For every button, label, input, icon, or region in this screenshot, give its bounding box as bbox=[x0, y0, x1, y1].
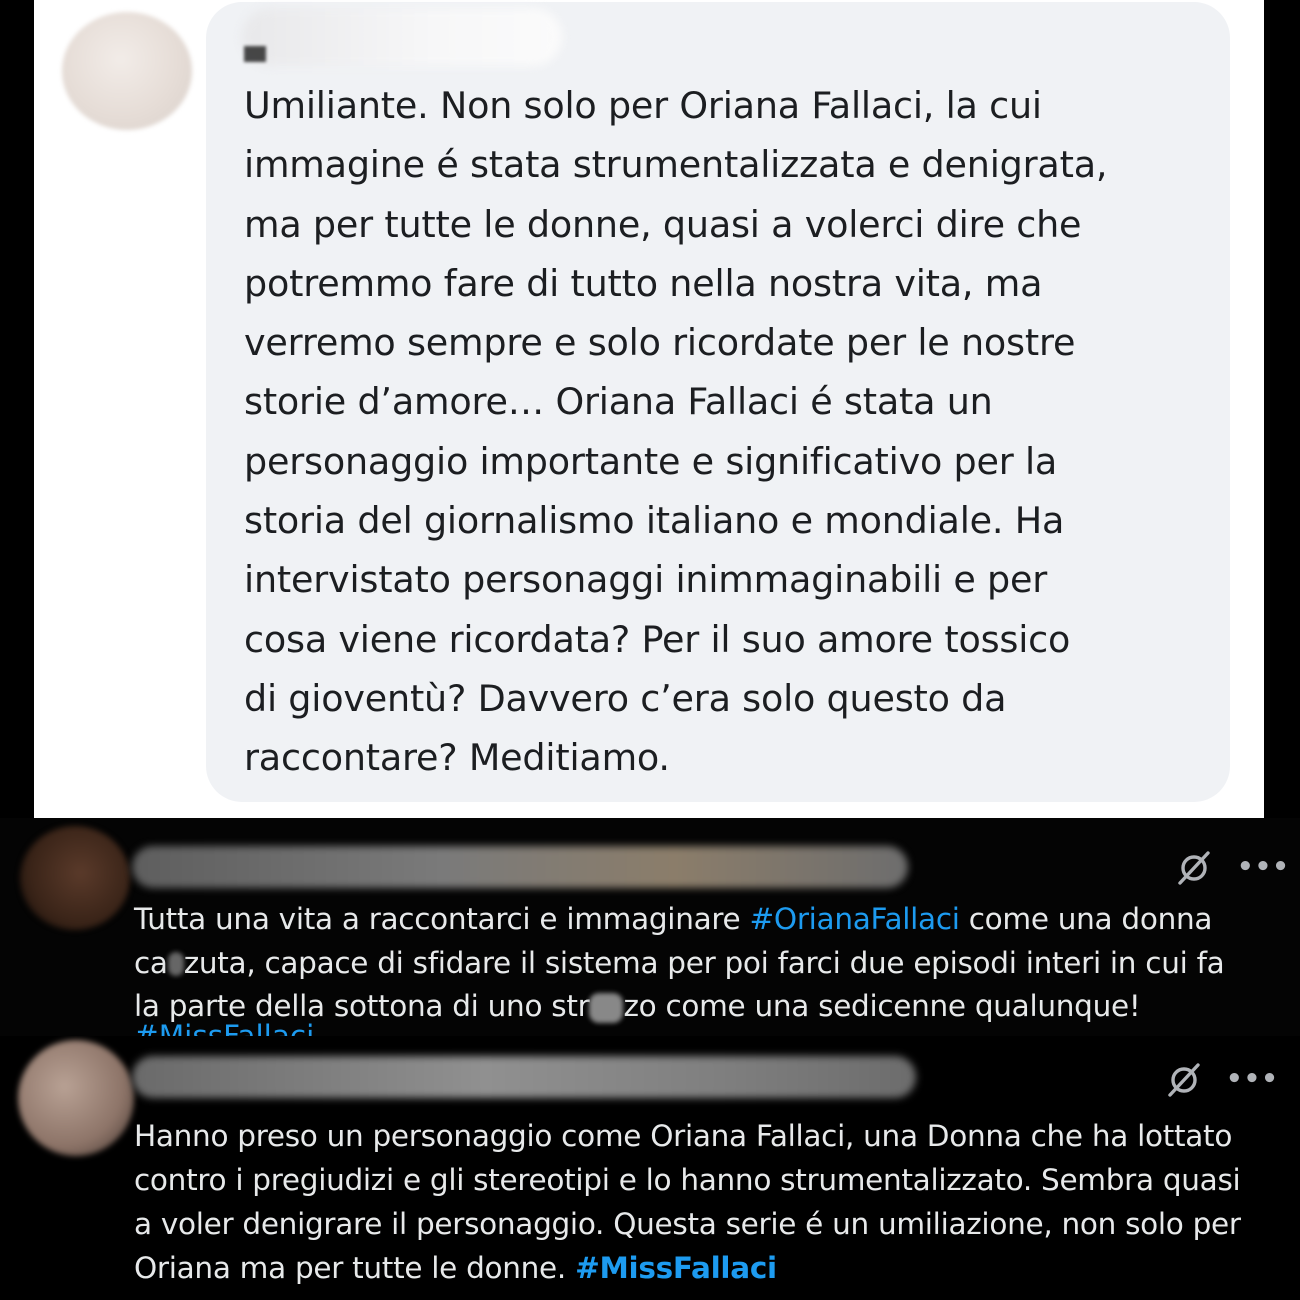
comment-line: Umiliante. Non solo per Oriana Fallaci, … bbox=[244, 84, 1042, 127]
comment-line: di gioventù? Davvero c’era solo questo d… bbox=[244, 676, 1007, 720]
grok-icon[interactable] bbox=[1176, 850, 1212, 886]
comment-bubble: Umiliante. Non solo per Oriana Fallaci, … bbox=[206, 2, 1230, 802]
text-segment: Oriana ma per tutte le donne. bbox=[134, 1251, 576, 1285]
comment-line: immagine é stata strumentalizzata e deni… bbox=[244, 143, 1108, 187]
avatar[interactable] bbox=[20, 826, 130, 930]
comment-text: Umiliante. Non solo per Oriana Fallaci, … bbox=[244, 76, 1224, 788]
tweet-text: Hanno preso un personaggio come Oriana F… bbox=[134, 1114, 1241, 1290]
tweet-line: a voler denigrare il personaggio. Questa… bbox=[134, 1207, 1241, 1241]
hashtag-link[interactable]: #MissFallaci bbox=[134, 1014, 314, 1036]
tweet-line: Tutta una vita a raccontarci e immaginar… bbox=[134, 898, 1224, 942]
text-segment: zo come una sedicenne qualunque! bbox=[623, 989, 1141, 1023]
avatar[interactable] bbox=[18, 1040, 134, 1156]
more-icon[interactable]: ••• bbox=[1226, 1066, 1279, 1092]
comment-line: potremmo fare di tutto nella nostra vita… bbox=[244, 261, 1043, 305]
tweet-text: Tutta una vita a raccontarci e immaginar… bbox=[134, 898, 1225, 1029]
comment-line: verremo sempre e solo ricordate per le n… bbox=[244, 321, 1076, 365]
text-segment: Tutta una vita a raccontarci e immaginar… bbox=[134, 902, 750, 936]
comment-line: cosa viene ricordata? Per il suo amore t… bbox=[244, 617, 1071, 661]
cropped-hashtag-line: #MissFallaci bbox=[134, 1010, 314, 1036]
comment-line: raccontare? Meditiamo. bbox=[244, 736, 670, 780]
tweet-line: Hanno preso un personaggio come Oriana F… bbox=[134, 1119, 1233, 1153]
comment-line: intervistato personaggi inimmaginabili e… bbox=[244, 558, 1048, 602]
text-segment: ca bbox=[134, 945, 168, 980]
comment-line: storia del giornalismo italiano e mondia… bbox=[244, 499, 1065, 543]
more-icon[interactable]: ••• bbox=[1237, 854, 1290, 880]
redaction-blur bbox=[167, 952, 184, 976]
hashtag-link[interactable]: #MissFallaci bbox=[575, 1251, 777, 1285]
redacted-author-name[interactable] bbox=[132, 1056, 916, 1098]
hashtag-link[interactable]: #OrianaFallaci bbox=[750, 902, 960, 936]
tweet-line: ca zuta, capace di sfidare il sistema per… bbox=[134, 942, 1225, 986]
facebook-comment-container: Umiliante. Non solo per Oriana Fallaci, … bbox=[34, 0, 1264, 818]
comment-line: storie d’amore… Oriana Fallaci é stata u… bbox=[244, 380, 993, 424]
tweet-2: ••• Hanno preso un personaggio come Oria… bbox=[0, 1036, 1300, 1300]
redaction-blur bbox=[589, 992, 624, 1023]
author-name-fragment bbox=[244, 46, 266, 62]
facebook-comment-screenshot: Umiliante. Non solo per Oriana Fallaci, … bbox=[0, 0, 1300, 818]
tweet-line: contro i pregiudizi e gli stereotipi e l… bbox=[134, 1163, 1241, 1197]
tweet-1: ••• Tutta una vita a raccontarci e immag… bbox=[0, 818, 1300, 1036]
text-segment: zuta, capace di sfidare il sistema per p… bbox=[183, 945, 1225, 980]
grok-icon[interactable] bbox=[1166, 1062, 1202, 1098]
avatar[interactable] bbox=[62, 12, 192, 130]
text-segment: come una donna bbox=[959, 902, 1213, 936]
tweet-line: Oriana ma per tutte le donne. #MissFalla… bbox=[134, 1246, 1241, 1290]
comment-line: personaggio importante e significativo p… bbox=[244, 439, 1058, 483]
redacted-author-name[interactable] bbox=[242, 8, 562, 66]
comment-line: ma per tutte le donne, quasi a volerci d… bbox=[244, 202, 1082, 246]
redacted-author-name[interactable] bbox=[132, 846, 908, 888]
